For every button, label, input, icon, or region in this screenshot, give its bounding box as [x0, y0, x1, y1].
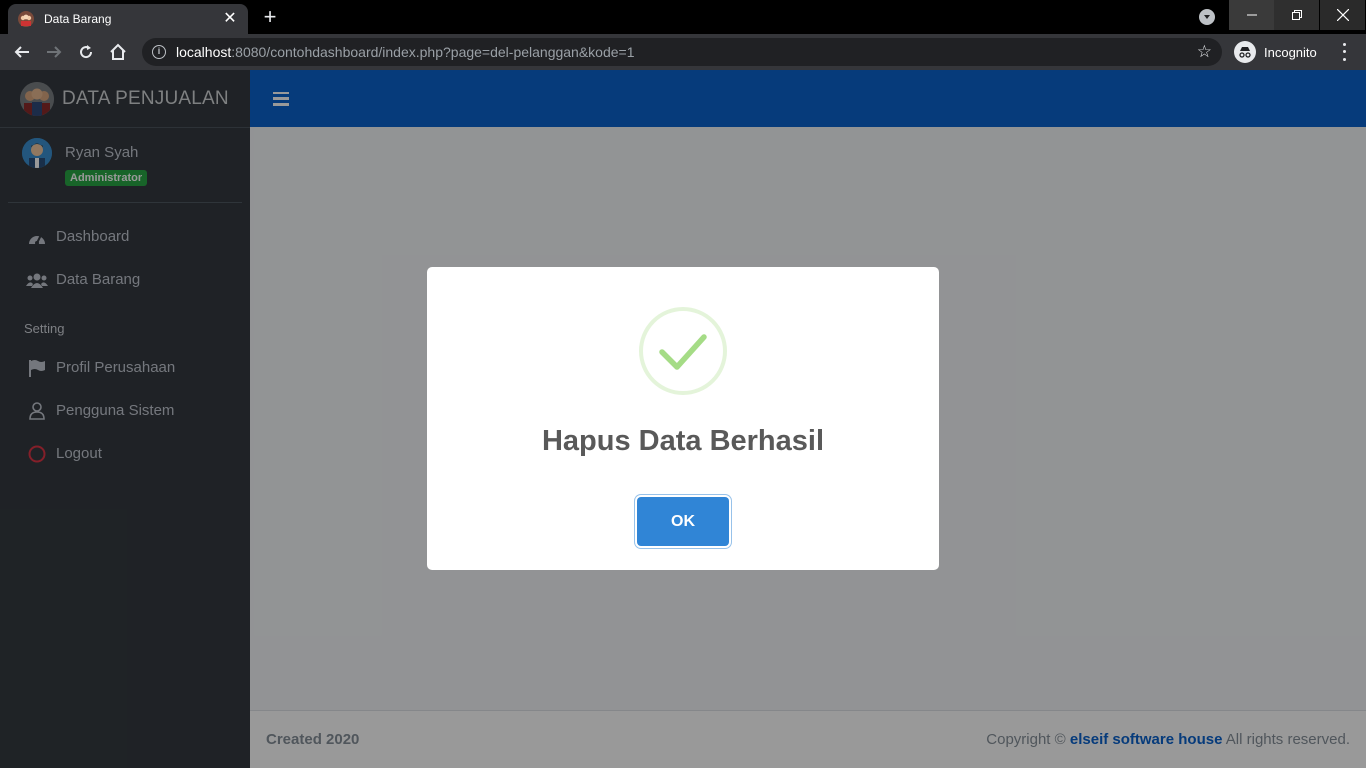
tab-search-icon[interactable] [1199, 9, 1215, 25]
bookmark-star-icon[interactable]: ☆ [1197, 42, 1212, 62]
browser-tab[interactable]: Data Barang ✕ [8, 4, 248, 34]
reload-button[interactable] [74, 40, 98, 64]
reload-icon [80, 45, 93, 59]
back-arrow-icon [14, 46, 29, 58]
forward-button[interactable] [42, 40, 66, 64]
back-button[interactable] [10, 40, 34, 64]
incognito-icon [1234, 41, 1256, 63]
new-tab-button[interactable]: + [258, 6, 282, 30]
info-icon[interactable]: i [152, 45, 166, 59]
alert-dialog: Hapus Data Berhasil OK [427, 267, 939, 570]
close-icon [1336, 9, 1349, 21]
ok-button[interactable]: OK [637, 497, 729, 546]
dialog-title: Hapus Data Berhasil [541, 425, 825, 457]
browser-menu-icon[interactable] [1336, 41, 1352, 63]
browser-toolbar: i localhost:8080/contohdashboard/index.p… [0, 34, 1366, 70]
favicon-icon [18, 11, 34, 27]
tab-close-icon[interactable]: ✕ [222, 11, 238, 27]
browser-titlebar: Data Barang ✕ + [0, 0, 1366, 34]
forward-arrow-icon [47, 46, 62, 58]
minimize-icon [1246, 14, 1257, 16]
incognito-label: Incognito [1264, 44, 1317, 60]
tab-title: Data Barang [44, 12, 112, 26]
minimize-button[interactable] [1229, 0, 1274, 30]
restore-icon [1291, 10, 1302, 20]
home-icon [110, 43, 126, 60]
restore-button[interactable] [1274, 0, 1319, 30]
modal-backdrop[interactable]: Hapus Data Berhasil OK [0, 70, 1366, 768]
home-button[interactable] [106, 40, 130, 64]
url-host: localhost [176, 44, 232, 60]
address-bar[interactable]: i localhost:8080/contohdashboard/index.p… [142, 38, 1222, 66]
close-window-button[interactable] [1320, 0, 1365, 30]
success-check-icon [639, 307, 727, 395]
incognito-indicator[interactable]: Incognito [1234, 40, 1317, 64]
url-path: :8080/contohdashboard/index.php?page=del… [231, 44, 635, 60]
